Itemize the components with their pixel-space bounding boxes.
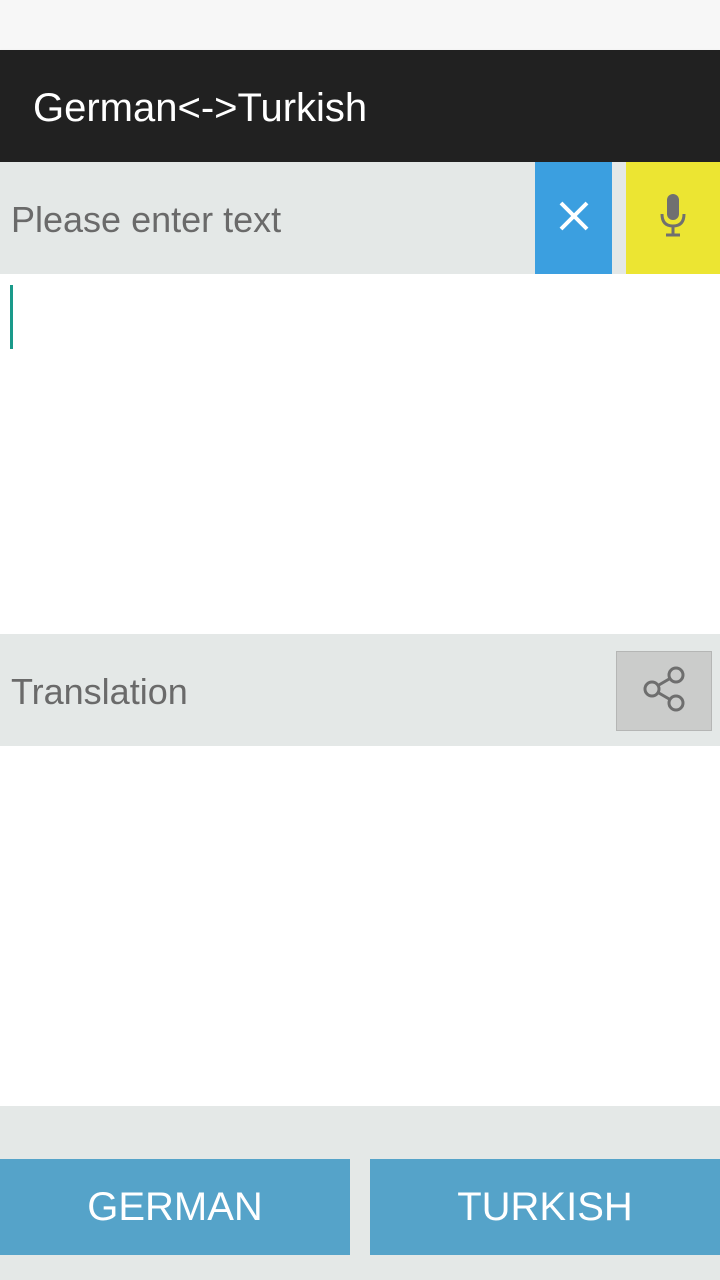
status-bar: [0, 0, 720, 50]
close-icon: [557, 199, 591, 238]
text-caret: [10, 285, 13, 349]
app-title: German<->Turkish: [33, 86, 368, 130]
input-header: Please enter text: [0, 162, 720, 274]
source-language-button[interactable]: GERMAN: [0, 1159, 350, 1255]
clear-button[interactable]: [535, 162, 612, 274]
share-button[interactable]: [616, 651, 712, 731]
language-bar: GERMAN TURKISH: [0, 1106, 720, 1280]
translation-header: Translation: [0, 634, 720, 746]
target-language-button[interactable]: TURKISH: [370, 1159, 720, 1255]
input-placeholder-label: Please enter text: [11, 199, 282, 240]
input-area: [0, 274, 720, 634]
microphone-icon: [658, 192, 688, 245]
share-icon: [638, 663, 690, 720]
translation-label: Translation: [11, 671, 188, 712]
microphone-button[interactable]: [626, 162, 720, 274]
translation-output: [0, 746, 720, 1106]
app-bar: German<->Turkish: [0, 50, 720, 162]
source-text-input[interactable]: [0, 274, 720, 634]
